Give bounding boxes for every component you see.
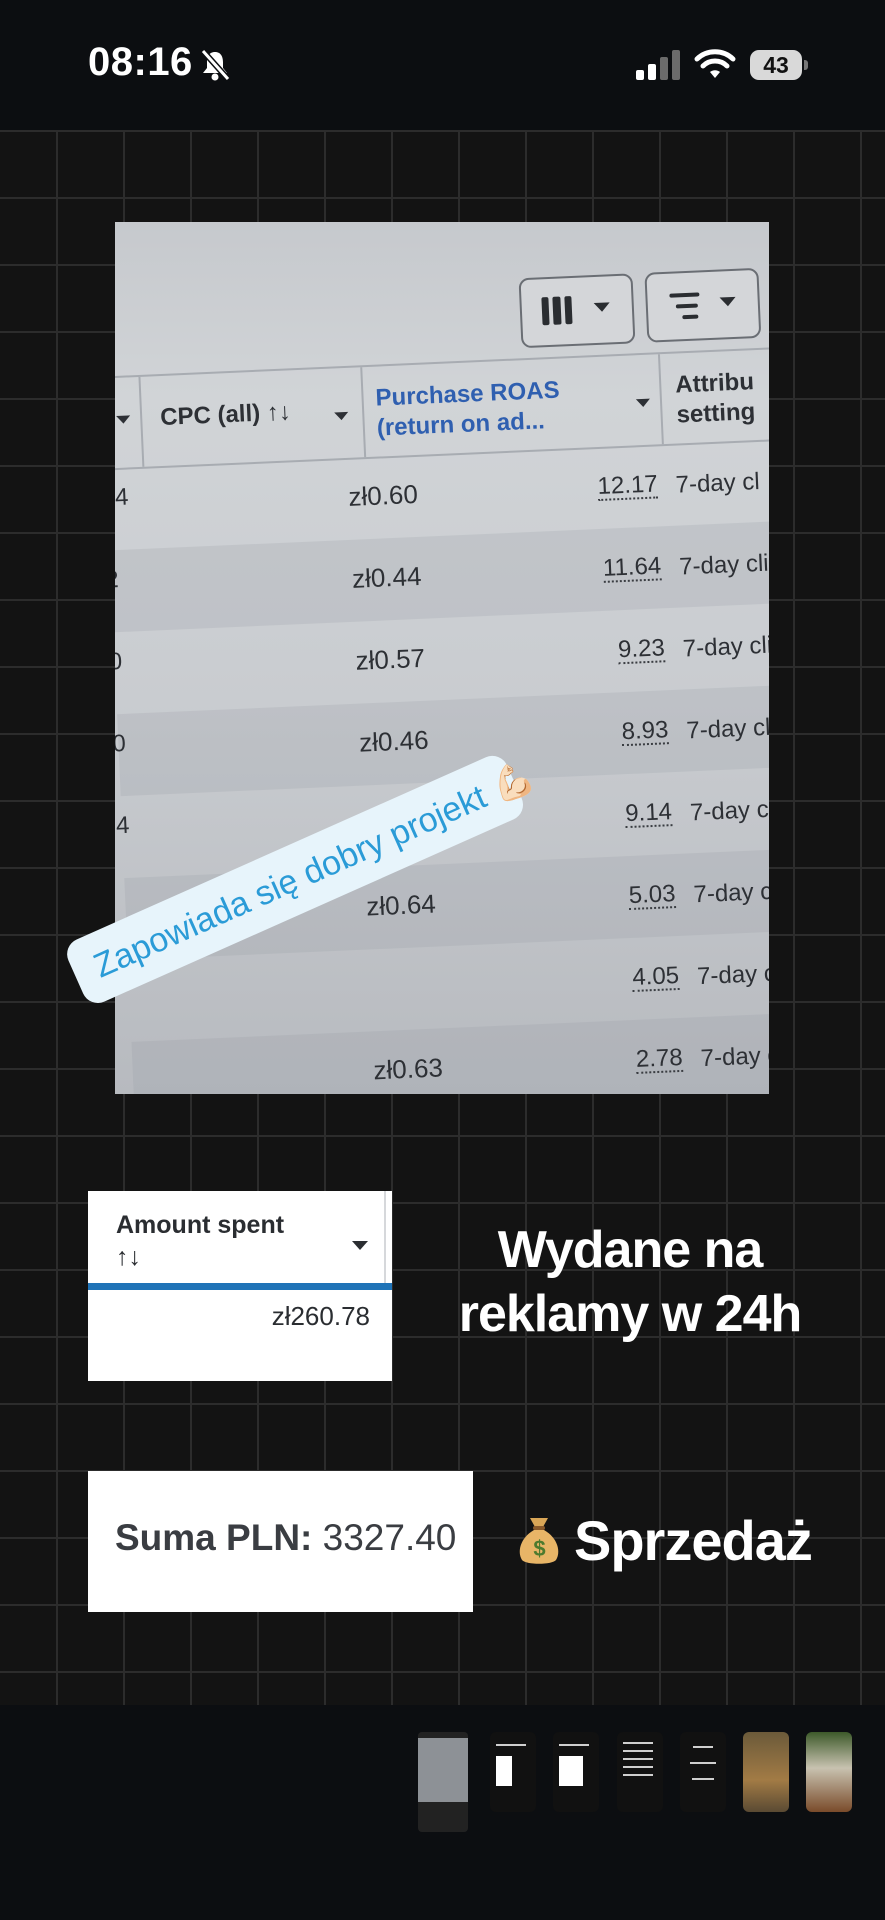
amount-spent-title: Amount spent	[116, 1211, 285, 1239]
columns-button	[518, 273, 636, 349]
cell-attr: 7-day click	[692, 876, 769, 909]
cell-roas: 9.14	[624, 798, 673, 829]
cell-lead: 0	[115, 729, 127, 758]
signal-icon	[636, 50, 680, 80]
cell-cpc: zł0.46	[358, 724, 430, 758]
cell-attr: 7-day cli	[682, 631, 769, 663]
suma-value: 3327.40	[312, 1517, 457, 1558]
suma-label: Suma PLN:	[115, 1517, 313, 1558]
spent-caption: Wydane na reklamy w 24h	[430, 1218, 830, 1346]
header-attr-2: setting	[676, 398, 756, 429]
breakdown-button	[644, 267, 762, 343]
ads-table-photo: CPC (all) ↑↓ Purchase ROAS (return on ad…	[115, 222, 769, 1094]
thumbnail-3[interactable]	[553, 1732, 599, 1812]
header-roas-2: (return on ad...	[376, 407, 546, 442]
cell-roas: 8.93	[621, 716, 669, 747]
cell-cpc: zł0.63	[372, 1052, 444, 1086]
thumbnail-6[interactable]	[743, 1732, 789, 1812]
header-attr-1: Attribu	[674, 368, 755, 399]
cell-cpc: zł0.44	[351, 560, 423, 594]
money-bag-icon: $	[519, 1518, 559, 1564]
svg-text:$: $	[533, 1536, 545, 1561]
sort-arrows: ↑↓	[116, 1243, 141, 1271]
cell-attr: 7-day click	[700, 1040, 769, 1073]
columns-icon	[541, 296, 573, 326]
cell-cpc: zł0.64	[365, 888, 437, 922]
amount-spent-value: zł260.78	[271, 1301, 370, 1331]
cell-roas: 2.78	[635, 1043, 684, 1074]
thumbnail-1[interactable]	[418, 1732, 468, 1832]
sale-caption: $ Sprzedaż	[514, 1508, 813, 1573]
cell-attr: 7-day click	[696, 958, 769, 991]
cell-roas: 12.17	[597, 470, 659, 502]
battery-level: 43	[750, 50, 802, 80]
cell-roas: 4.05	[631, 961, 680, 992]
thumbnail-7[interactable]	[806, 1732, 852, 1812]
chevron-down-icon	[352, 1241, 368, 1250]
cell-lead: 0	[115, 647, 123, 676]
cell-attr: 7-day clic	[685, 712, 769, 745]
cell-cpc: zł0.57	[354, 642, 426, 676]
spent-caption-line1: Wydane na	[497, 1221, 764, 1279]
cell-attr: 7-day clic	[689, 794, 769, 827]
sale-label: Sprzedaż	[574, 1509, 813, 1572]
cell-roas: 11.64	[602, 552, 662, 583]
cell-lead: 24	[115, 483, 129, 512]
header-cpc: CPC (all) ↑↓	[159, 398, 292, 432]
amount-spent-card: Amount spent ↑↓ zł260.78	[88, 1191, 392, 1381]
thumbnail-5[interactable]	[680, 1732, 726, 1812]
cell-cpc: zł0.60	[347, 478, 419, 512]
suma-card: Suma PLN: 3327.40	[88, 1471, 473, 1612]
breakdown-icon	[669, 292, 700, 320]
bell-slash-icon	[200, 49, 231, 81]
amount-spent-label: Amount spent ↑↓	[116, 1209, 284, 1273]
thumbnail-2[interactable]	[490, 1732, 536, 1812]
cell-lead: 2	[115, 566, 120, 594]
highlight-bar	[88, 1283, 392, 1290]
battery-icon: 43	[750, 50, 808, 80]
status-bar: 08:16 43	[0, 0, 885, 130]
thumbnail-4[interactable]	[617, 1732, 663, 1812]
cell-roas: 9.23	[617, 634, 666, 665]
cell-attr: 7-day cli	[678, 549, 769, 581]
status-time: 08:16	[88, 40, 193, 84]
spent-caption-line2: reklamy w 24h	[458, 1285, 803, 1343]
cell-roas: 5.03	[628, 880, 677, 911]
cell-lead: 4	[115, 811, 130, 840]
cell-attr: 7-day cl	[675, 467, 761, 499]
wifi-icon	[694, 49, 736, 78]
